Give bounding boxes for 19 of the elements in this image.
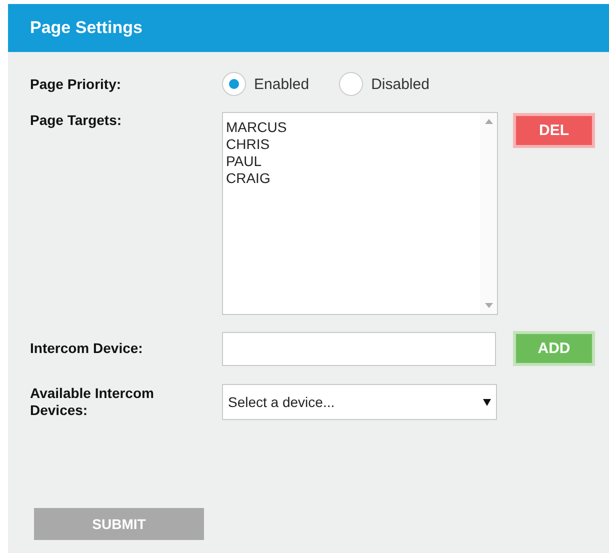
- list-item[interactable]: CRAIG: [226, 170, 270, 187]
- field-label: Page Priority:: [30, 76, 122, 92]
- list-item[interactable]: MARCUS: [226, 119, 287, 136]
- panel-title: Page Settings: [30, 18, 142, 38]
- radio-button[interactable]: [339, 72, 364, 96]
- scroll-down-icon[interactable]: [484, 303, 492, 308]
- field-label: Page Targets:: [30, 112, 123, 129]
- targets-list[interactable]: MARCUS CHRIS PAUL CRAIG: [222, 112, 498, 315]
- input-field[interactable]: [222, 332, 496, 366]
- field-label: Intercom Device:: [30, 340, 144, 357]
- field-label: Available Intercom Devices:: [30, 385, 155, 419]
- list-item[interactable]: PAUL: [226, 153, 262, 170]
- list-item[interactable]: CHRIS: [226, 136, 270, 153]
- dropdown-caret-icon: [483, 398, 491, 406]
- radio-button[interactable]: [222, 72, 246, 96]
- radio-label[interactable]: Enabled: [254, 76, 310, 92]
- device-dropdown[interactable]: Select a device...: [222, 384, 497, 420]
- radio-label[interactable]: Disabled: [371, 76, 430, 92]
- scroll-up-icon[interactable]: [484, 119, 492, 124]
